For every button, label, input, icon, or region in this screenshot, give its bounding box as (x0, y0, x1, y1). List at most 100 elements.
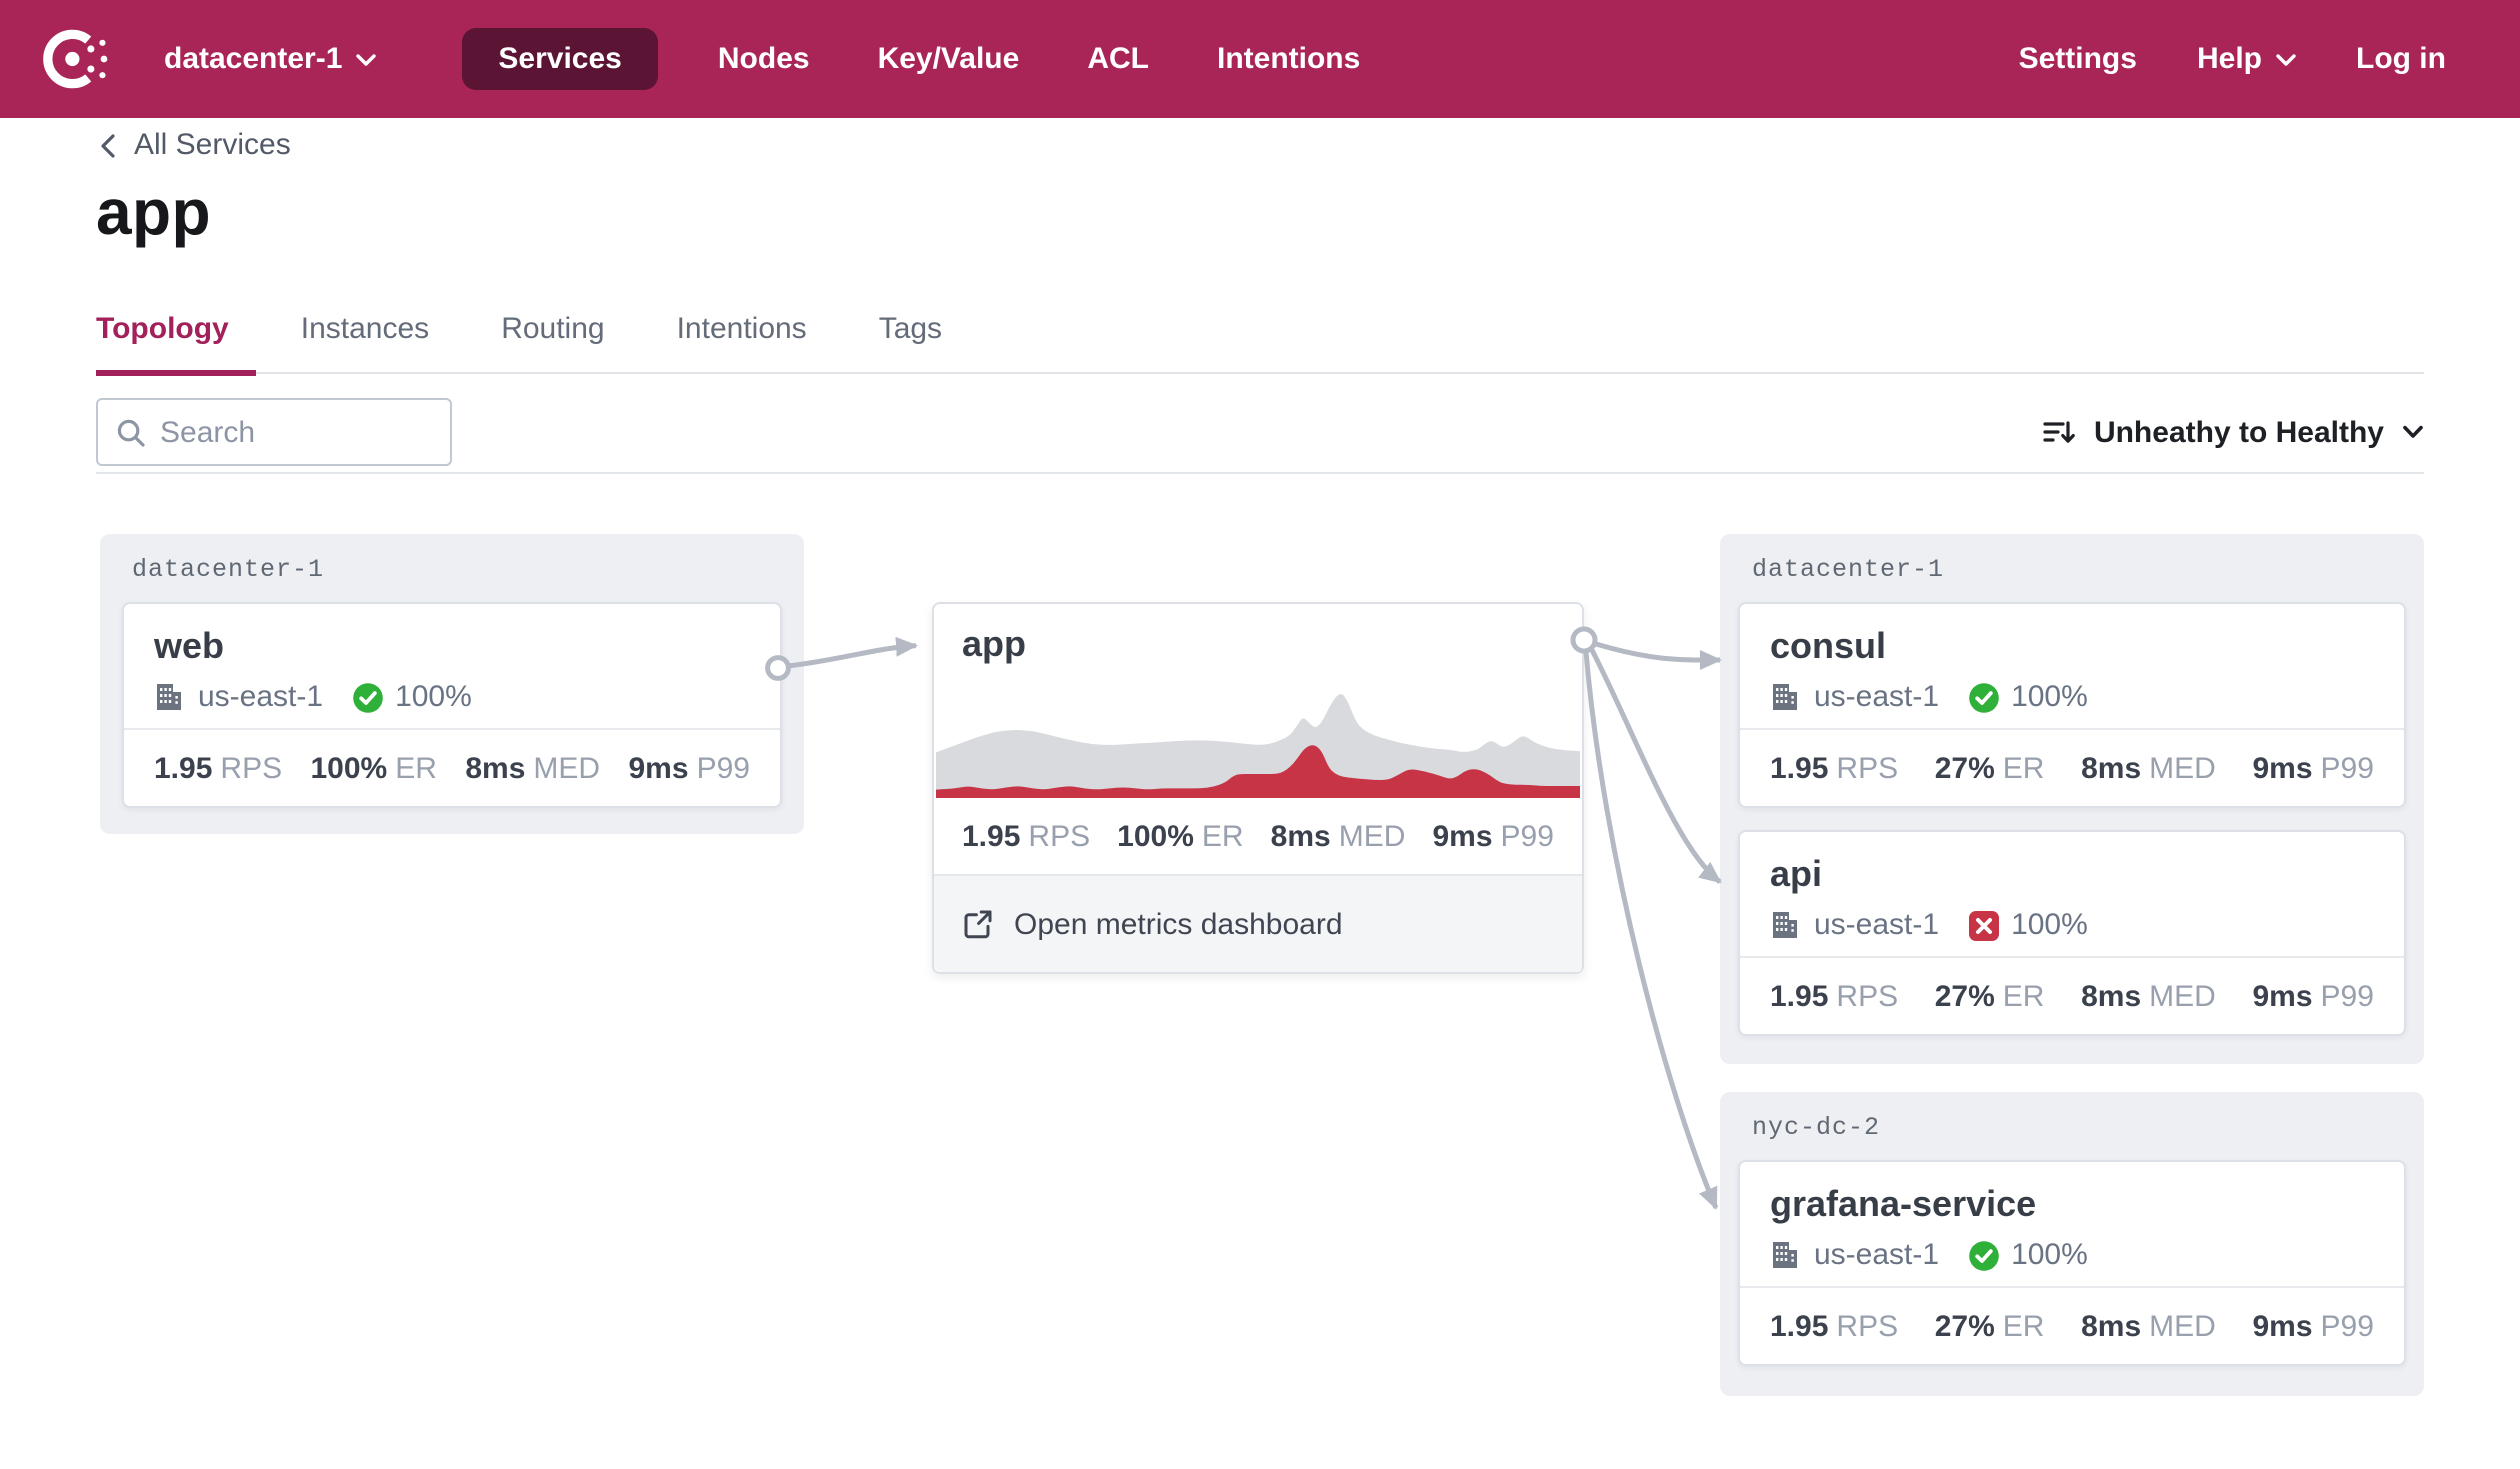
nav-item-intentions[interactable]: Intentions (1217, 42, 1360, 76)
service-subrow: us-east-1 100% (1770, 1238, 2374, 1272)
service-card-header: web us-east-1 100% (124, 604, 780, 714)
open-metrics-dashboard-label: Open metrics dashboard (1014, 907, 1343, 941)
traffic-sparkline-chart (936, 678, 1580, 798)
stat-label: ER (2003, 751, 2045, 785)
service-card-header: grafana-service us-east-1 100% (1740, 1162, 2404, 1272)
datacenter-label: datacenter-1 (132, 556, 324, 584)
stat-label: P99 (697, 751, 750, 785)
sort-icon (2042, 416, 2076, 448)
stat-value: 8ms (2081, 751, 2141, 785)
health-percentage: 100% (2011, 908, 2088, 942)
building-icon (1770, 682, 1800, 712)
health-percentage: 100% (2011, 680, 2088, 714)
search-input[interactable] (98, 400, 450, 464)
health-check-icon (1967, 681, 1999, 713)
stat-value: 1.95 (154, 751, 212, 785)
datacenter-selector[interactable]: datacenter-1 (164, 42, 376, 76)
sort-label: Unheathy to Healthy (2094, 415, 2384, 449)
page-title: app (96, 176, 211, 250)
stat-label: MED (1339, 819, 1406, 853)
nav-item-acl[interactable]: ACL (1087, 42, 1149, 76)
stat-label: ER (395, 751, 437, 785)
stat-label: MED (2149, 751, 2216, 785)
stat-label: ER (2003, 979, 2045, 1013)
datacenter-selector-label: datacenter-1 (164, 42, 342, 76)
nav-item-help[interactable]: Help (2197, 42, 2296, 76)
open-metrics-dashboard-link[interactable]: Open metrics dashboard (934, 874, 1582, 972)
wire-web-to-app (788, 646, 916, 666)
upstream-datacenter-box: datacenter-1 web us-east-1 100% 1.95RPS … (100, 534, 804, 834)
toolbar-divider (96, 472, 2424, 474)
chevron-down-icon (2402, 424, 2424, 440)
building-icon (154, 682, 184, 712)
nav-item-services[interactable]: Services (462, 28, 657, 90)
tab-topology[interactable]: Topology (96, 312, 257, 372)
stat-value: 8ms (465, 751, 525, 785)
tab-tags[interactable]: Tags (879, 312, 970, 372)
navbar-left: datacenter-1 Services Nodes Key/Value AC… (40, 22, 1394, 96)
stat-label: P99 (1501, 819, 1554, 853)
tab-instances[interactable]: Instances (301, 312, 457, 372)
service-stats-row: 1.95RPS 27%ER 8msMED 9msP99 (1740, 1286, 2404, 1364)
service-card-web[interactable]: web us-east-1 100% 1.95RPS 100%ER 8msMED… (122, 602, 782, 808)
building-icon (1770, 910, 1800, 940)
root-service-name: app (934, 604, 1582, 666)
stat-value: 27% (1935, 1309, 1995, 1343)
stat-label: MED (2149, 1309, 2216, 1343)
service-card-grafana-service[interactable]: grafana-service us-east-1 100% 1.95RPS 2… (1738, 1160, 2406, 1366)
wire-app-to-api (1592, 650, 1720, 882)
service-stats-row: 1.95RPS 100%ER 8msMED 9msP99 (124, 728, 780, 806)
sort-dropdown[interactable]: Unheathy to Healthy (2042, 398, 2424, 466)
stat-value: 9ms (2252, 1309, 2312, 1343)
nav-item-nodes[interactable]: Nodes (718, 42, 810, 76)
service-stats-row: 1.95RPS 27%ER 8msMED 9ms P99 (1740, 728, 2404, 806)
health-error-icon (1967, 909, 1999, 941)
stat-value: 9ms (2252, 751, 2312, 785)
stat-value: 1.95 (1770, 979, 1828, 1013)
stat-value: 27% (1935, 751, 1995, 785)
stat-value: 1.95 (1770, 751, 1828, 785)
stat-label: RPS (220, 751, 282, 785)
stat-value: 9ms (1432, 819, 1492, 853)
building-icon (1770, 1240, 1800, 1270)
stat-label: ER (1202, 819, 1244, 853)
downstream-datacenter-box: datacenter-1 consul us-east-1 100% 1.95R… (1720, 534, 2424, 1064)
nav-item-settings[interactable]: Settings (2019, 42, 2137, 76)
wire-app-to-consul (1596, 644, 1720, 660)
stat-value: 8ms (1271, 819, 1331, 853)
service-name: consul (1770, 624, 2374, 670)
stat-label: P99 (2321, 979, 2374, 1013)
service-card-api[interactable]: api us-east-1 100% 1.95RPS 27%ER 8msMED … (1738, 830, 2406, 1036)
service-card-header: consul us-east-1 100% (1740, 604, 2404, 714)
stat-label: RPS (1836, 1309, 1898, 1343)
tab-routing[interactable]: Routing (501, 312, 632, 372)
stat-label: RPS (1836, 751, 1898, 785)
health-check-icon (1967, 1239, 1999, 1271)
service-subrow: us-east-1 100% (1770, 908, 2374, 942)
stat-value: 8ms (2081, 979, 2141, 1013)
instance-group-label: us-east-1 (1814, 908, 1939, 942)
help-label: Help (2197, 42, 2262, 76)
stat-label: P99 (2321, 751, 2374, 785)
root-stats-row: 1.95RPS 100%ER 8msMED 9msP99 (934, 798, 1582, 874)
service-subrow: us-east-1 100% (154, 680, 750, 714)
service-card-consul[interactable]: consul us-east-1 100% 1.95RPS 27%ER 8msM… (1738, 602, 2406, 808)
search-icon (116, 418, 146, 448)
tab-intentions[interactable]: Intentions (677, 312, 835, 372)
top-navbar: datacenter-1 Services Nodes Key/Value AC… (0, 0, 2520, 118)
nav-item-login[interactable]: Log in (2356, 42, 2446, 76)
chevron-down-icon (2276, 51, 2296, 67)
search-box (96, 398, 452, 466)
breadcrumb[interactable]: All Services (100, 128, 291, 162)
service-name: api (1770, 852, 2374, 898)
datacenter-label: nyc-dc-2 (1752, 1114, 1880, 1142)
instance-group-label: us-east-1 (198, 680, 323, 714)
tab-bar: Topology Instances Routing Intentions Ta… (96, 312, 2424, 374)
consul-logo-icon[interactable] (40, 22, 114, 96)
nav-item-key-value[interactable]: Key/Value (878, 42, 1020, 76)
stat-label: RPS (1836, 979, 1898, 1013)
health-percentage: 100% (2011, 1238, 2088, 1272)
chevron-left-icon (100, 133, 116, 157)
stat-value: 9ms (629, 751, 689, 785)
breadcrumb-label: All Services (134, 128, 291, 162)
